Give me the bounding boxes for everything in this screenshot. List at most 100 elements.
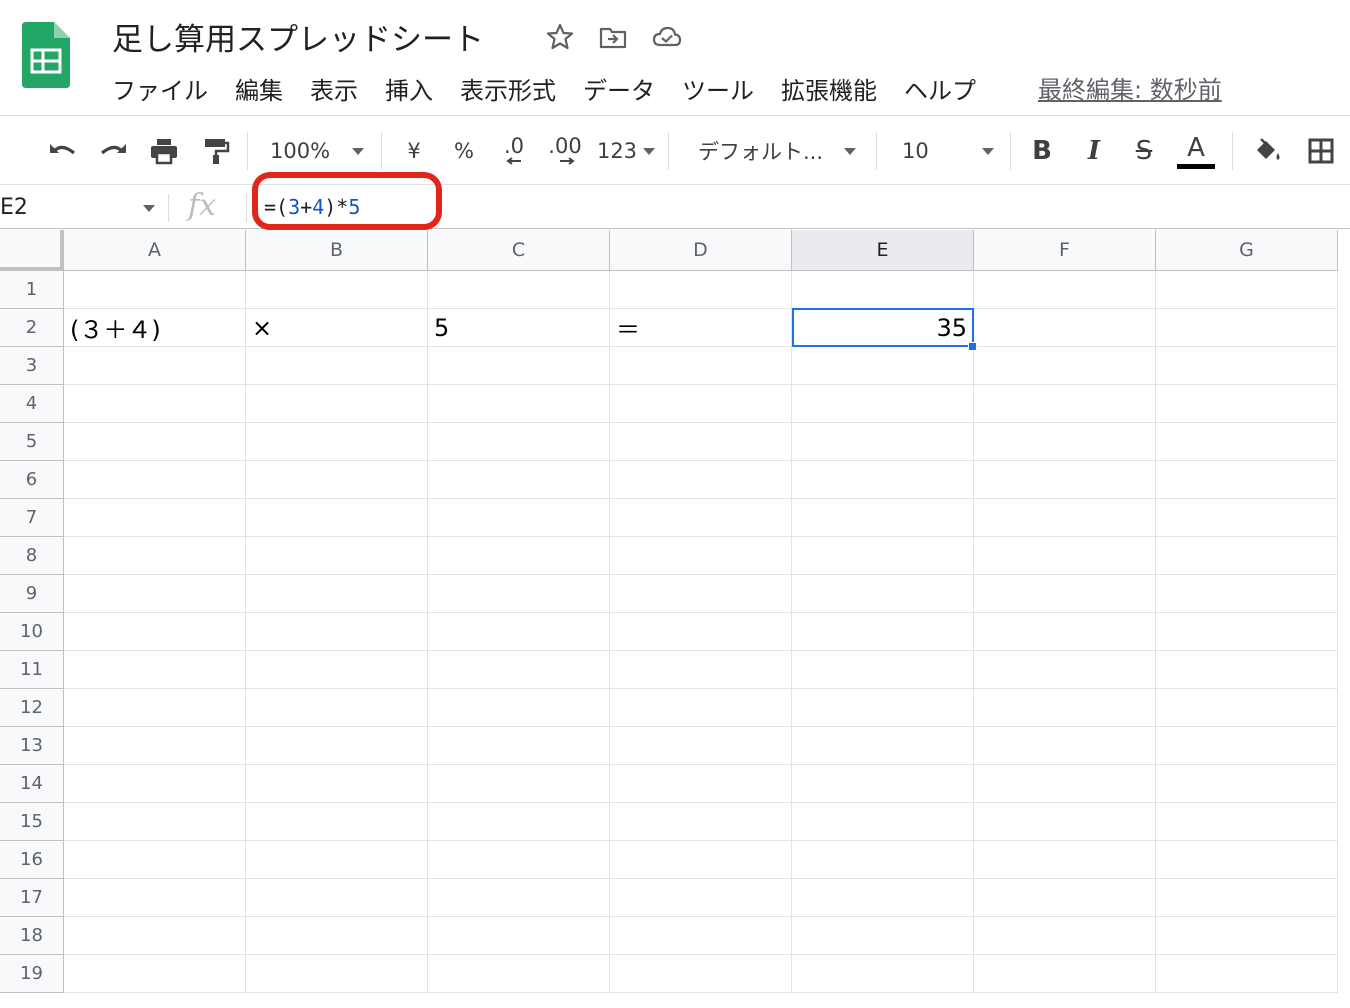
cell-e5[interactable] xyxy=(792,423,974,461)
cell-e13[interactable] xyxy=(792,727,974,765)
cell-g14[interactable] xyxy=(1156,765,1338,803)
cell-a6[interactable] xyxy=(64,461,246,499)
cell-d10[interactable] xyxy=(610,613,792,651)
cell-b16[interactable] xyxy=(246,841,428,879)
menu-tools[interactable]: ツール xyxy=(682,71,754,106)
cell-d5[interactable] xyxy=(610,423,792,461)
menu-edit[interactable]: 編集 xyxy=(235,71,283,106)
row-header-8[interactable]: 8 xyxy=(0,537,64,575)
cell-b15[interactable] xyxy=(246,803,428,841)
cell-e17[interactable] xyxy=(792,879,974,917)
row-header-19[interactable]: 19 xyxy=(0,955,64,993)
cell-b2[interactable]: × xyxy=(246,309,428,347)
bold-button[interactable]: B xyxy=(1024,116,1060,186)
cell-b13[interactable] xyxy=(246,727,428,765)
cell-a1[interactable] xyxy=(64,271,246,309)
cell-c14[interactable] xyxy=(428,765,610,803)
cell-g7[interactable] xyxy=(1156,499,1338,537)
row-header-16[interactable]: 16 xyxy=(0,841,64,879)
cell-f3[interactable] xyxy=(974,347,1156,385)
cell-g19[interactable] xyxy=(1156,955,1338,993)
cell-f8[interactable] xyxy=(974,537,1156,575)
menu-format[interactable]: 表示形式 xyxy=(460,71,556,106)
cell-b7[interactable] xyxy=(246,499,428,537)
cell-g16[interactable] xyxy=(1156,841,1338,879)
cell-d4[interactable] xyxy=(610,385,792,423)
cell-f15[interactable] xyxy=(974,803,1156,841)
cell-f12[interactable] xyxy=(974,689,1156,727)
cell-c17[interactable] xyxy=(428,879,610,917)
cell-a18[interactable] xyxy=(64,917,246,955)
cell-e11[interactable] xyxy=(792,651,974,689)
cell-c8[interactable] xyxy=(428,537,610,575)
more-formats-select[interactable]: 123 xyxy=(594,116,658,186)
move-to-folder-icon[interactable] xyxy=(598,22,628,52)
cell-f19[interactable] xyxy=(974,955,1156,993)
cell-e4[interactable] xyxy=(792,385,974,423)
cell-c2[interactable]: 5 xyxy=(428,309,610,347)
cell-g2[interactable] xyxy=(1156,309,1338,347)
cell-c15[interactable] xyxy=(428,803,610,841)
cell-f9[interactable] xyxy=(974,575,1156,613)
cell-e9[interactable] xyxy=(792,575,974,613)
cell-a2[interactable]: (３＋４) xyxy=(64,309,246,347)
row-header-6[interactable]: 6 xyxy=(0,461,64,499)
menu-extensions[interactable]: 拡張機能 xyxy=(781,71,877,106)
cell-d15[interactable] xyxy=(610,803,792,841)
font-family-select[interactable]: デフォルト... xyxy=(690,116,862,186)
row-header-10[interactable]: 10 xyxy=(0,613,64,651)
row-header-7[interactable]: 7 xyxy=(0,499,64,537)
text-color-button[interactable]: A xyxy=(1176,116,1216,186)
cell-a16[interactable] xyxy=(64,841,246,879)
cell-b5[interactable] xyxy=(246,423,428,461)
name-box[interactable]: E2 xyxy=(0,186,164,229)
cell-a15[interactable] xyxy=(64,803,246,841)
italic-button[interactable]: I xyxy=(1076,116,1112,186)
column-header-a[interactable]: A xyxy=(64,230,246,271)
cell-b6[interactable] xyxy=(246,461,428,499)
cell-c18[interactable] xyxy=(428,917,610,955)
cell-f17[interactable] xyxy=(974,879,1156,917)
cell-g12[interactable] xyxy=(1156,689,1338,727)
cell-e1[interactable] xyxy=(792,271,974,309)
cell-e15[interactable] xyxy=(792,803,974,841)
cell-g15[interactable] xyxy=(1156,803,1338,841)
cell-f16[interactable] xyxy=(974,841,1156,879)
fill-handle[interactable] xyxy=(968,342,977,351)
cell-b17[interactable] xyxy=(246,879,428,917)
cell-d8[interactable] xyxy=(610,537,792,575)
cell-c6[interactable] xyxy=(428,461,610,499)
row-header-5[interactable]: 5 xyxy=(0,423,64,461)
cell-d12[interactable] xyxy=(610,689,792,727)
cell-c4[interactable] xyxy=(428,385,610,423)
cell-f1[interactable] xyxy=(974,271,1156,309)
cell-c13[interactable] xyxy=(428,727,610,765)
cell-b19[interactable] xyxy=(246,955,428,993)
row-header-4[interactable]: 4 xyxy=(0,385,64,423)
cell-g4[interactable] xyxy=(1156,385,1338,423)
cell-g9[interactable] xyxy=(1156,575,1338,613)
cell-f11[interactable] xyxy=(974,651,1156,689)
row-header-11[interactable]: 11 xyxy=(0,651,64,689)
cell-b14[interactable] xyxy=(246,765,428,803)
cell-a10[interactable] xyxy=(64,613,246,651)
cell-d2[interactable]: ＝ xyxy=(610,309,792,347)
font-size-select[interactable]: 10 xyxy=(894,116,998,186)
row-header-13[interactable]: 13 xyxy=(0,727,64,765)
cell-f13[interactable] xyxy=(974,727,1156,765)
cell-g18[interactable] xyxy=(1156,917,1338,955)
menu-file[interactable]: ファイル xyxy=(112,71,208,106)
last-edit-link[interactable]: 最終編集: 数秒前 xyxy=(1038,70,1222,105)
cell-g10[interactable] xyxy=(1156,613,1338,651)
cell-e2[interactable]: 35 xyxy=(792,309,974,347)
cell-b4[interactable] xyxy=(246,385,428,423)
cell-g1[interactable] xyxy=(1156,271,1338,309)
cell-d19[interactable] xyxy=(610,955,792,993)
column-header-f[interactable]: F xyxy=(974,230,1156,271)
cell-c3[interactable] xyxy=(428,347,610,385)
row-header-1[interactable]: 1 xyxy=(0,271,64,309)
cell-e12[interactable] xyxy=(792,689,974,727)
column-header-g[interactable]: G xyxy=(1156,230,1338,271)
undo-icon[interactable] xyxy=(42,116,82,186)
cell-a9[interactable] xyxy=(64,575,246,613)
